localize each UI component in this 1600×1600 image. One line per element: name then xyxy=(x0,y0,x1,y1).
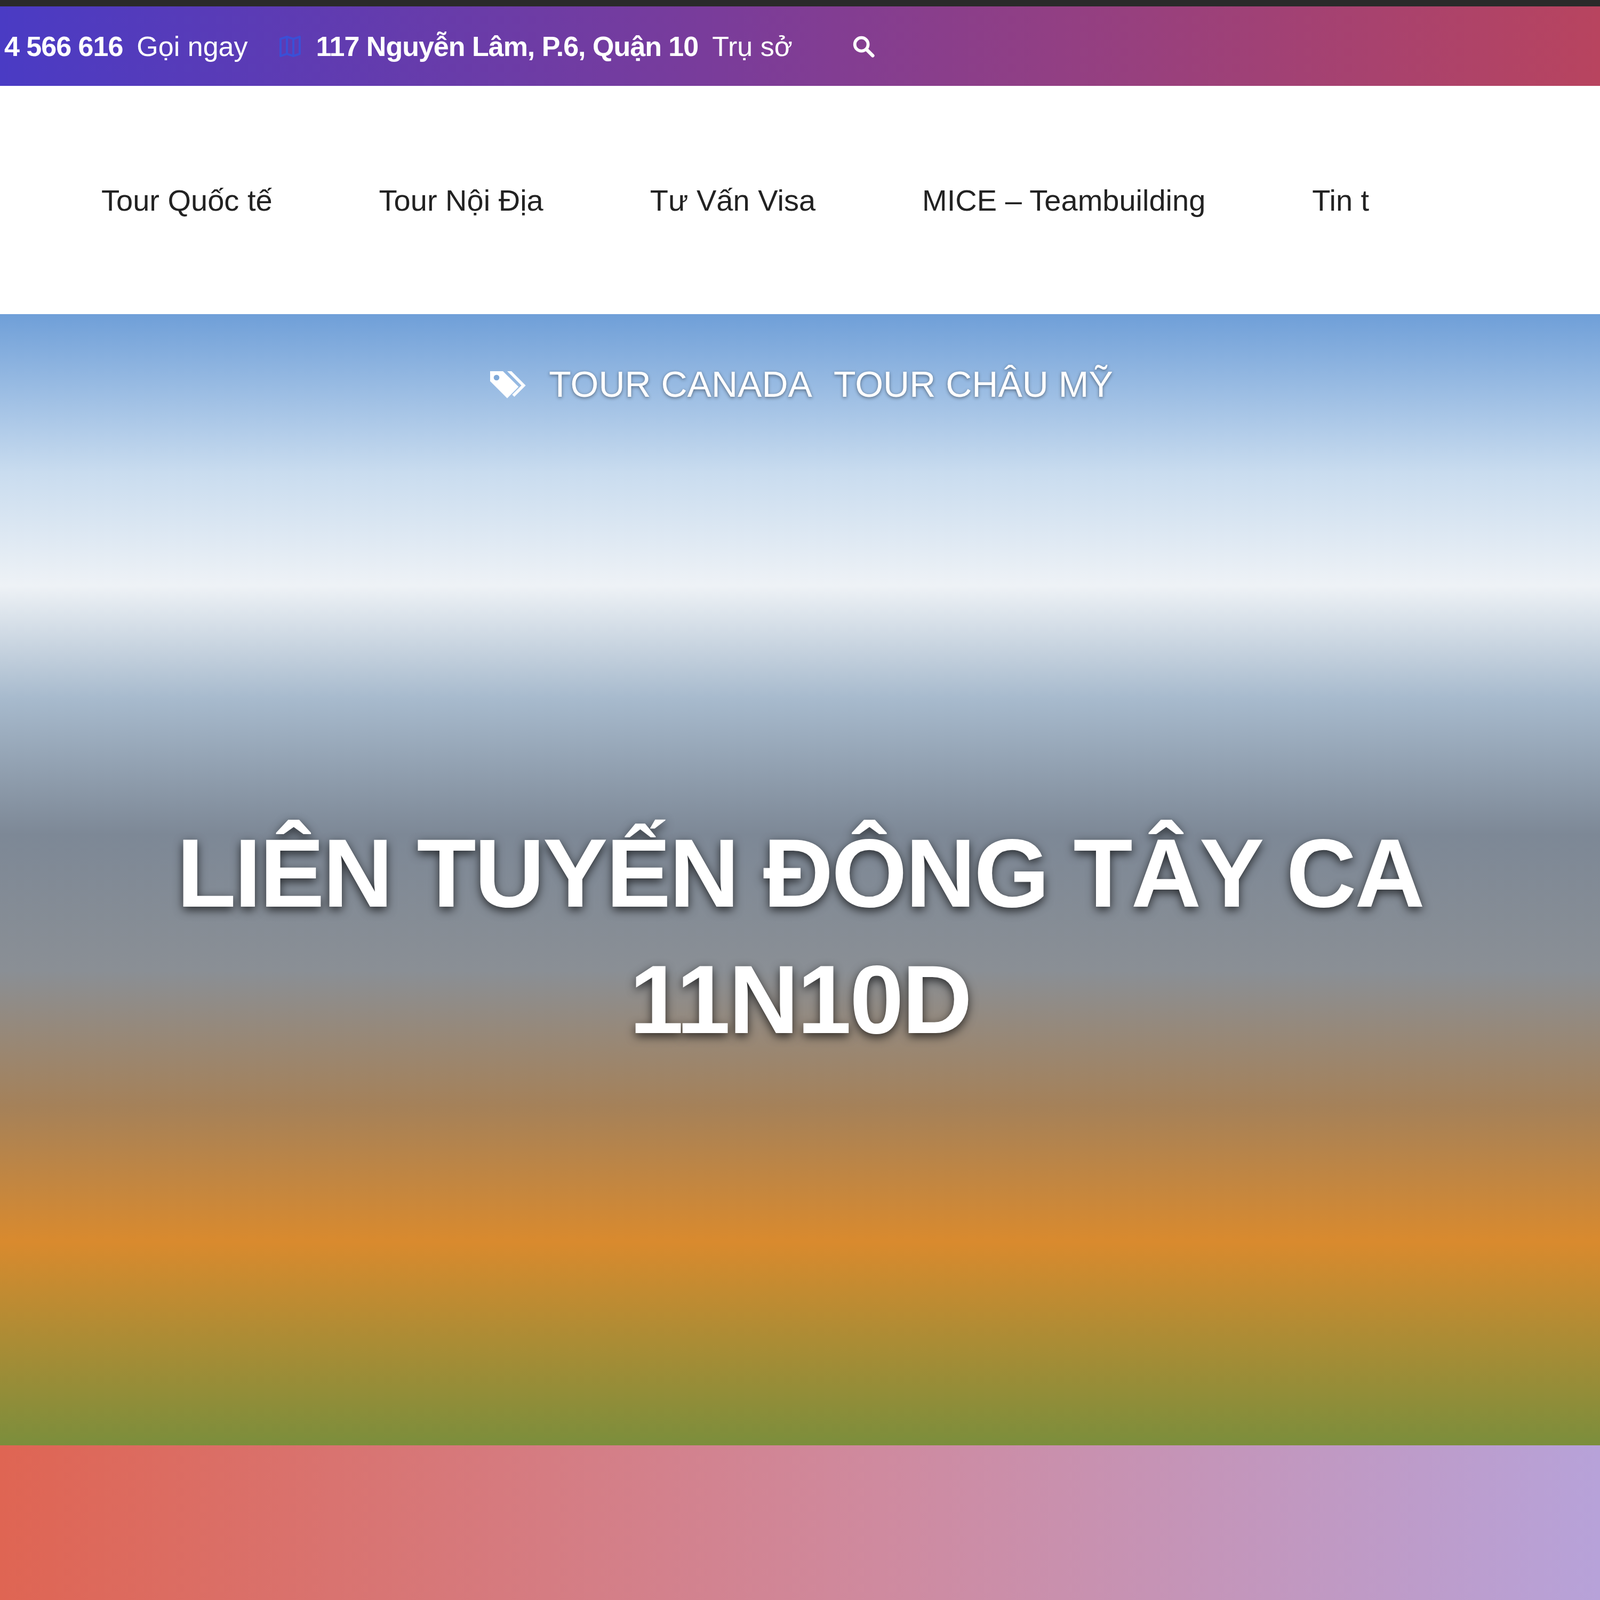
nav-item[interactable]: MICE – Teambuilding xyxy=(922,182,1206,218)
top-bar: 4 566 616 Gọi ngay 117 Nguyễn Lâm, P.6, Qu… xyxy=(0,0,1600,86)
nav-item[interactable]: Tin t xyxy=(1312,182,1370,218)
phone-number[interactable]: 4 566 616 xyxy=(4,30,123,63)
map-icon xyxy=(277,33,303,60)
tag-link[interactable]: TOUR CHÂU MỸ xyxy=(833,363,1114,405)
hero-banner: TOUR CANADA TOUR CHÂU MỸ LIÊN TUYẾN ĐÔNG T… xyxy=(0,314,1600,1446)
address[interactable]: 117 Nguyễn Lâm, P.6, Quận 10 xyxy=(315,30,699,63)
main-nav: Tour Quốc tế Tour Nội Địa Tư Vấn Visa MICE … xyxy=(0,85,1600,315)
tour-title: LIÊN TUYẾN ĐÔNG TÂY CA11N10D xyxy=(176,810,1423,1063)
title-line: LIÊN TUYẾN ĐÔNG TÂY CA xyxy=(176,810,1423,937)
address-label: Trụ sở xyxy=(712,30,793,63)
nav-item[interactable]: Tour Quốc tế xyxy=(101,182,273,218)
phone-label: Gọi ngay xyxy=(136,30,248,63)
title-line: 11N10D xyxy=(629,936,971,1063)
tag-list: TOUR CANADA TOUR CHÂU MỸ xyxy=(486,363,1114,405)
gradient-band xyxy=(0,1445,1600,1600)
search-icon[interactable] xyxy=(851,34,876,59)
tag-link[interactable]: TOUR CANADA xyxy=(548,363,813,405)
nav-item[interactable]: Tour Nội Địa xyxy=(379,182,544,218)
page: 4 566 616 Gọi ngay 117 Nguyễn Lâm, P.6, Qu… xyxy=(0,0,1600,1600)
nav-item[interactable]: Tư Vấn Visa xyxy=(650,182,816,218)
tag-icon xyxy=(486,366,528,402)
